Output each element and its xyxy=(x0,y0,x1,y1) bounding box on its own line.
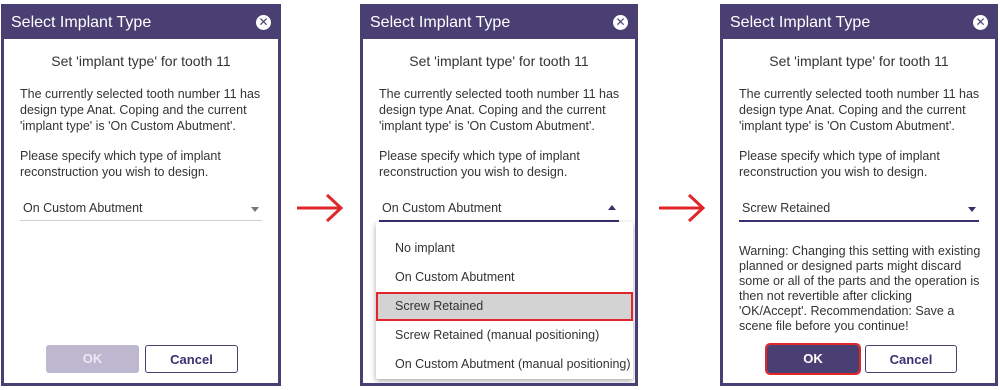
menu-item-no-implant[interactable]: No implant xyxy=(376,234,633,263)
implant-type-select[interactable]: On Custom Abutment xyxy=(20,200,262,221)
dialog-title-bar: Select Implant Type ✕ xyxy=(4,7,278,39)
dialog-title-bar: Select Implant Type ✕ xyxy=(723,7,995,39)
close-icon[interactable]: ✕ xyxy=(613,15,628,30)
dialog-step-3: Select Implant Type ✕ Set 'implant type'… xyxy=(720,4,998,386)
implant-type-select[interactable]: On Custom Abutment xyxy=(379,200,619,222)
prompt-text: Please specify which type of implant rec… xyxy=(379,149,580,179)
info-text: The currently selected tooth number 11 h… xyxy=(20,87,261,133)
chevron-up-icon xyxy=(608,205,616,210)
close-icon[interactable]: ✕ xyxy=(973,15,988,30)
implant-type-dropdown-menu: No implant On Custom Abutment Screw Reta… xyxy=(376,222,633,379)
arrow-right-icon xyxy=(297,193,344,223)
dialog-title: Select Implant Type xyxy=(370,14,511,31)
dialog-title: Select Implant Type xyxy=(730,14,871,31)
menu-item-on-custom-abutment-manual[interactable]: On Custom Abutment (manual positioning) xyxy=(376,350,633,379)
dialog-subtitle: Set 'implant type' for tooth 11 xyxy=(769,53,949,69)
menu-item-screw-retained-manual[interactable]: Screw Retained (manual positioning) xyxy=(376,321,633,350)
dialog-subtitle: Set 'implant type' for tooth 11 xyxy=(51,53,231,69)
chevron-down-icon xyxy=(251,207,259,212)
cancel-button[interactable]: Cancel xyxy=(145,345,238,373)
info-text: The currently selected tooth number 11 h… xyxy=(739,87,980,133)
dialog-step-2: Select Implant Type ✕ Set 'implant type'… xyxy=(360,4,638,386)
ok-button[interactable]: OK xyxy=(765,343,861,375)
prompt-text: Please specify which type of implant rec… xyxy=(739,149,940,179)
menu-item-screw-retained[interactable]: Screw Retained xyxy=(376,292,633,321)
dialog-step-1: Select Implant Type ✕ Set 'implant type'… xyxy=(1,4,281,386)
menu-item-on-custom-abutment[interactable]: On Custom Abutment xyxy=(376,263,633,292)
ok-button: OK xyxy=(46,345,139,373)
select-value: On Custom Abutment xyxy=(23,201,143,215)
dialog-title: Select Implant Type xyxy=(11,14,152,31)
close-icon[interactable]: ✕ xyxy=(256,15,271,30)
chevron-down-icon xyxy=(968,207,976,212)
dialog-subtitle: Set 'implant type' for tooth 11 xyxy=(409,53,589,69)
select-value: Screw Retained xyxy=(742,201,831,215)
cancel-button[interactable]: Cancel xyxy=(865,345,957,373)
arrow-right-icon xyxy=(659,193,706,223)
select-value: On Custom Abutment xyxy=(382,201,502,215)
prompt-text: Please specify which type of implant rec… xyxy=(20,149,221,179)
info-text: The currently selected tooth number 11 h… xyxy=(379,87,620,133)
implant-type-select[interactable]: Screw Retained xyxy=(739,200,979,222)
warning-text: Warning: Changing this setting with exis… xyxy=(739,244,981,333)
dialog-title-bar: Select Implant Type ✕ xyxy=(363,7,635,39)
